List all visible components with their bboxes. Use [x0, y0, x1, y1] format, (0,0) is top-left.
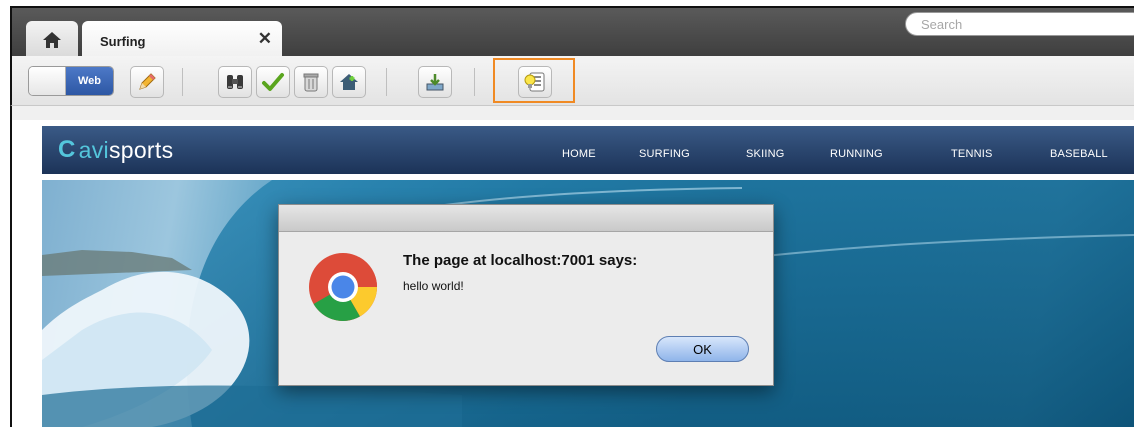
site-logo[interactable]: C avi sports: [58, 136, 173, 164]
logo-text-suffix: sports: [108, 136, 174, 163]
toolbar-divider: [182, 68, 183, 96]
add-page-button[interactable]: [332, 66, 366, 98]
nav-surfing[interactable]: SURFING: [639, 148, 690, 160]
web-mode-toggle[interactable]: Web: [28, 66, 114, 96]
home-icon: [43, 31, 61, 48]
alert-dialog: The page at localhost:7001 says: hello w…: [278, 204, 774, 386]
tab-surfing[interactable]: Surfing ✕: [82, 21, 282, 58]
dialog-titlebar[interactable]: [279, 205, 773, 232]
edit-button[interactable]: [130, 66, 164, 98]
toggle-knob: [29, 67, 66, 95]
dialog-message: hello world!: [403, 279, 464, 293]
logo-text-prefix: avi: [78, 136, 109, 163]
frame-border: [10, 106, 12, 427]
toggle-label: Web: [66, 67, 113, 95]
close-icon[interactable]: ✕: [258, 29, 272, 49]
nav-skiing[interactable]: SKIING: [746, 148, 785, 160]
site-header: C avi sports HOME SURFING SKIING RUNNING …: [42, 126, 1134, 174]
chrome-logo-icon: [309, 253, 377, 321]
toolbar: Web: [10, 56, 1134, 106]
toolbar-divider: [386, 68, 387, 96]
delete-button[interactable]: [294, 66, 328, 98]
search-input[interactable]: [919, 16, 1123, 33]
download-button[interactable]: [418, 66, 452, 98]
pencil-icon: [139, 73, 156, 90]
home-tab[interactable]: [26, 21, 78, 58]
find-button[interactable]: [218, 66, 252, 98]
canvas-margin: [12, 106, 1134, 120]
dialog-title: The page at localhost:7001 says:: [403, 252, 638, 269]
trash-icon: [303, 73, 319, 92]
logo-mark-icon: C: [58, 136, 76, 163]
checkmark-icon: [262, 73, 284, 91]
nav-tennis[interactable]: TENNIS: [951, 148, 993, 160]
nav-baseball[interactable]: BASEBALL: [1050, 148, 1108, 160]
approve-button[interactable]: [256, 66, 290, 98]
nav-home[interactable]: HOME: [562, 148, 596, 160]
search-field[interactable]: [905, 12, 1134, 36]
selection-highlight: [493, 58, 575, 103]
toolbar-divider: [474, 68, 475, 96]
ok-button[interactable]: OK: [656, 336, 749, 362]
download-tray-icon: [426, 74, 444, 91]
tab-label: Surfing: [100, 34, 146, 49]
nav-running[interactable]: RUNNING: [830, 148, 883, 160]
home-plus-icon: [340, 74, 358, 90]
binoculars-icon: [227, 75, 243, 89]
